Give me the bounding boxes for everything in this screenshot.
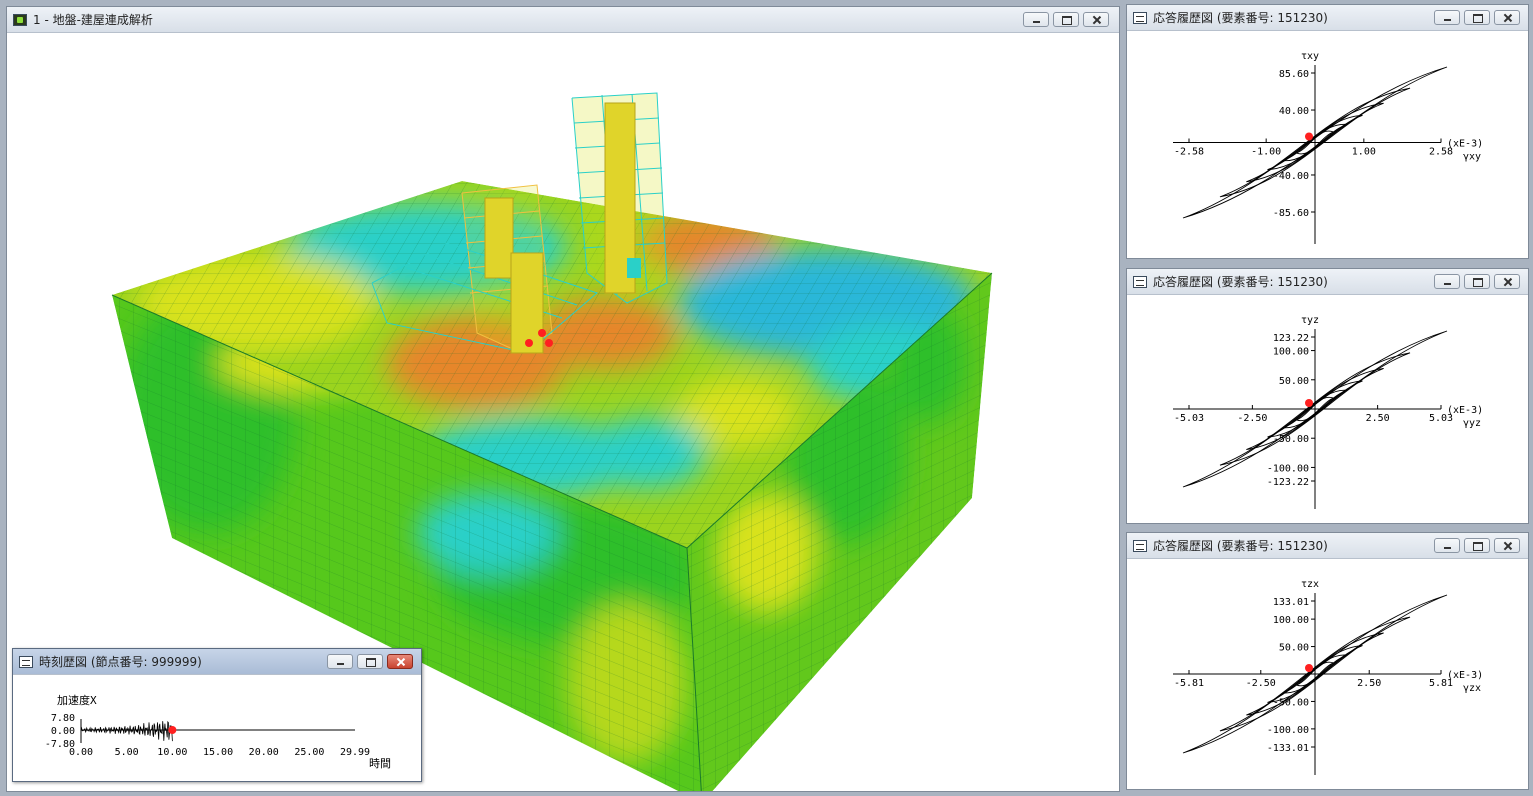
hysteresis-window[interactable]: 応答履歴図 (要素番号: 151230) τzx (xE-3) γzx 133.01 1… — [1126, 532, 1529, 790]
stress-tick-label: -100.00 — [1267, 725, 1309, 736]
graph-window-icon — [1133, 539, 1147, 552]
strain-axis-label: γzx — [1463, 683, 1481, 694]
current-state-marker — [1305, 664, 1313, 672]
time-tick-label: 15.00 — [203, 747, 233, 758]
stress-tick-label: 100.00 — [1273, 347, 1309, 358]
hysteresis-plot-area: τxy (xE-3) γxy 85.60 40.00 -40.00 -85.60 -2.58-… — [1127, 31, 1528, 258]
maximize-button[interactable] — [1053, 12, 1079, 27]
hysteresis-title: 応答履歴図 (要素番号: 151230) — [1153, 539, 1328, 553]
quantity-label: 加速度X — [57, 693, 97, 707]
time-axis-label: 時間 — [369, 757, 391, 770]
stress-tick-label: -123.22 — [1267, 477, 1309, 488]
time-tick-label: 10.00 — [157, 747, 187, 758]
minimize-button[interactable] — [1023, 12, 1049, 27]
hysteresis-titlebar[interactable]: 応答履歴図 (要素番号: 151230) — [1127, 533, 1528, 559]
stress-tick-label: 50.00 — [1279, 643, 1309, 654]
strain-tick-label: 2.50 — [1366, 413, 1390, 424]
value-tick-label: 0.00 — [51, 726, 75, 737]
stress-tick-label: 85.60 — [1279, 69, 1309, 80]
current-state-marker — [1305, 132, 1313, 141]
strain-tick-label: -2.50 — [1246, 678, 1276, 689]
hysteresis-plot-area: τyz (xE-3) γyz 123.22 100.00 50.00 -50.00 -100.… — [1127, 295, 1528, 523]
time-tick-label: 25.00 — [294, 747, 324, 758]
hysteresis-window[interactable]: 応答履歴図 (要素番号: 151230) τyz (xE-3) γyz 123.22 1… — [1126, 268, 1529, 524]
minimize-button[interactable] — [1434, 274, 1460, 289]
hysteresis-titlebar[interactable]: 応答履歴図 (要素番号: 151230) — [1127, 5, 1528, 31]
stress-tick-label: -85.60 — [1273, 208, 1309, 219]
hysteresis-plot-area: τzx (xE-3) γzx 133.01 100.00 50.00 -50.00 -100.… — [1127, 559, 1528, 789]
current-state-marker — [1305, 399, 1313, 407]
stress-tick-label: 133.01 — [1273, 597, 1309, 608]
stress-tick-label: -100.00 — [1267, 463, 1309, 474]
stress-tick-label: -133.01 — [1267, 743, 1309, 754]
current-time-marker — [168, 726, 177, 734]
strain-tick-label: 5.03 — [1429, 413, 1453, 424]
time-history-window[interactable]: 時刻歴図 (節点番号: 999999) 加速度X 7.80 0.00 -7.80 0… — [12, 648, 422, 782]
strain-tick-label: -5.03 — [1174, 413, 1204, 424]
close-button[interactable] — [1494, 538, 1520, 553]
strain-tick-label: 5.81 — [1429, 678, 1453, 689]
time-tick-label: 29.99 — [340, 747, 370, 758]
strain-axis-label: γyz — [1463, 418, 1481, 429]
minimize-button[interactable] — [1434, 538, 1460, 553]
minimize-button[interactable] — [327, 654, 353, 669]
close-button[interactable] — [1494, 10, 1520, 25]
graph-window-icon — [1133, 275, 1147, 288]
strain-tick-label: -1.00 — [1251, 147, 1281, 158]
stress-tick-label: 100.00 — [1273, 615, 1309, 626]
graph-window-icon — [1133, 11, 1147, 24]
maximize-button[interactable] — [1464, 10, 1490, 25]
maximize-button[interactable] — [1464, 538, 1490, 553]
hysteresis-chart: τxy(xE-3)γxy85.6040.00-40.00-85.60-2.58-… — [1173, 51, 1483, 244]
main-window-titlebar[interactable]: 1 - 地盤-建屋連成解析 — [7, 7, 1119, 33]
minimize-button[interactable] — [1434, 10, 1460, 25]
strain-axis-label: γxy — [1463, 152, 1481, 163]
stress-axis-label: τzx — [1301, 579, 1319, 590]
stress-axis-label: τxy — [1301, 51, 1319, 62]
stress-axis-label: τyz — [1301, 315, 1319, 326]
time-history-plot-area: 加速度X 7.80 0.00 -7.80 0.00 5.00 10.00 15.00 20.… — [13, 675, 421, 781]
value-tick-label: 7.80 — [51, 713, 75, 724]
hysteresis-titlebar[interactable]: 応答履歴図 (要素番号: 151230) — [1127, 269, 1528, 295]
close-button[interactable] — [1494, 274, 1520, 289]
time-history-chart: 加速度X 7.800.00-7.80 0.00 5.00 10.00 15.00 20.… — [45, 693, 391, 770]
strain-tick-label: 2.50 — [1357, 678, 1381, 689]
time-history-titlebar[interactable]: 時刻歴図 (節点番号: 999999) — [13, 649, 421, 675]
maximize-button[interactable] — [357, 654, 383, 669]
time-tick-label: 20.00 — [249, 747, 279, 758]
time-tick-label: 5.00 — [115, 747, 139, 758]
maximize-button[interactable] — [1464, 274, 1490, 289]
acceleration-trace — [80, 720, 173, 742]
app-icon — [13, 13, 27, 26]
hysteresis-title: 応答履歴図 (要素番号: 151230) — [1153, 275, 1328, 289]
main-window-title: 1 - 地盤-建屋連成解析 — [33, 13, 153, 27]
hysteresis-window[interactable]: 応答履歴図 (要素番号: 151230) τxy (xE-3) γxy 85.60 40… — [1126, 4, 1529, 259]
close-button[interactable] — [1083, 12, 1109, 27]
hysteresis-title: 応答履歴図 (要素番号: 151230) — [1153, 11, 1328, 25]
strain-tick-label: 2.58 — [1429, 147, 1453, 158]
stress-tick-label: 40.00 — [1279, 106, 1309, 117]
stress-tick-label: 50.00 — [1279, 376, 1309, 387]
strain-tick-label: -2.50 — [1237, 413, 1267, 424]
strain-tick-label: -2.58 — [1174, 147, 1204, 158]
hysteresis-chart: τyz(xE-3)γyz123.22100.0050.00-50.00-100.… — [1173, 315, 1483, 509]
graph-window-icon — [19, 655, 33, 668]
strain-tick-label: -5.81 — [1174, 678, 1204, 689]
hysteresis-chart: τzx(xE-3)γzx133.01100.0050.00-50.00-100.… — [1173, 579, 1483, 775]
time-tick-label: 0.00 — [69, 747, 93, 758]
stress-tick-label: 123.22 — [1273, 333, 1309, 344]
time-history-title: 時刻歴図 (節点番号: 999999) — [39, 655, 202, 669]
stress-tick-label: -40.00 — [1273, 171, 1309, 182]
close-button[interactable] — [387, 654, 413, 669]
strain-tick-label: 1.00 — [1352, 147, 1376, 158]
